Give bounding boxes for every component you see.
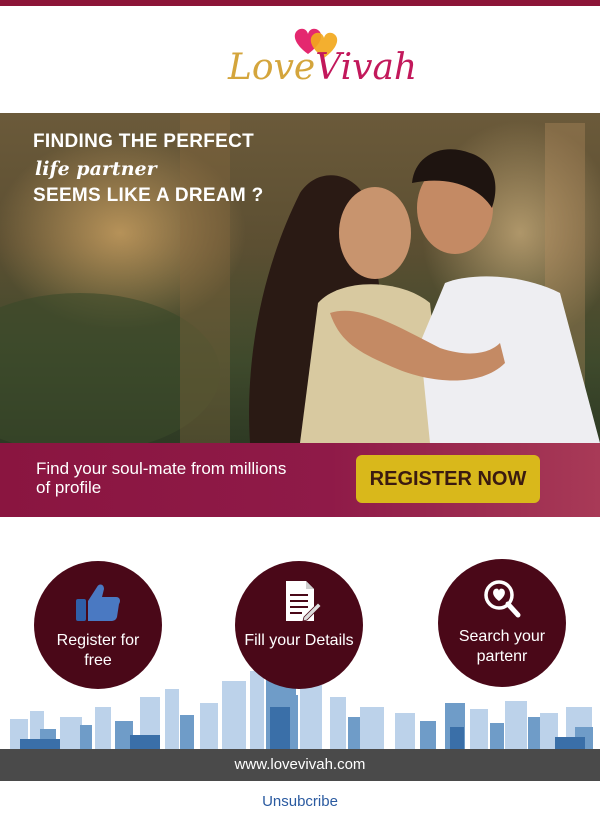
search-heart-icon [484,580,521,618]
step-search-your-partner[interactable]: Search your partenr [438,559,566,687]
brand-word-love: Love [228,47,316,88]
unsubscribe-row: Unsubcribe [0,781,600,820]
hero-line-2: life partner [35,158,157,180]
brand-logo[interactable]: LoveVivah [224,24,417,94]
header: LoveVivah [0,6,600,113]
thumbs-up-icon [76,584,120,621]
hero-line-1: FINDING THE PERFECT [33,131,255,152]
hero-line-3: SEEMS LIKE A DREAM ? [33,185,264,206]
unsubscribe-link[interactable]: Unsubcribe [0,781,600,823]
register-now-button[interactable]: REGISTER NOW [356,455,540,503]
step-label: Register for free [56,632,140,669]
brand-wordmark: LoveVivah [228,46,417,90]
brand-word-vivah: Vivah [315,47,418,88]
hero-headline: FINDING THE PERFECT life partner SEEMS L… [33,130,264,208]
cta-band: Find your soul-mate from millions of pro… [0,443,600,517]
steps-section: Register for free Fill your Details Sear… [0,517,600,749]
step-fill-your-details[interactable]: Fill your Details [235,561,363,689]
step-label: Search your partenr [458,628,546,665]
cta-text: Find your soul-mate from millions of pro… [36,459,287,497]
step-register-for-free[interactable]: Register for free [34,561,162,689]
hero-banner: FINDING THE PERFECT life partner SEEMS L… [0,113,600,443]
document-icon [286,581,322,622]
step-label: Fill your Details [244,632,354,649]
footer-bar: www.lovevivah.com [0,749,600,781]
website-link[interactable]: www.lovevivah.com [0,749,600,781]
